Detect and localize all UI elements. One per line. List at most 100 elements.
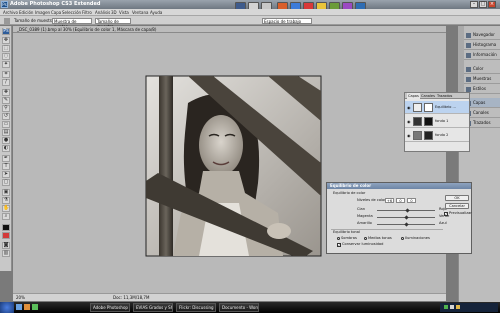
level-yellow-blue-input[interactable]: 0 (407, 198, 416, 203)
quick-mask-icon[interactable]: ◙ (2, 242, 10, 249)
dock-item-color[interactable]: Color (464, 64, 500, 74)
notes-tool-icon[interactable]: ▣ (2, 189, 10, 196)
taskbar-button[interactable]: Adobe Photoshop CS... (90, 303, 130, 312)
eye-icon[interactable]: ◉ (407, 133, 411, 138)
ok-button[interactable]: OK (445, 195, 469, 201)
tray-network-icon[interactable] (444, 305, 448, 309)
start-button[interactable] (0, 302, 14, 313)
slider-thumb[interactable] (405, 208, 410, 213)
tab-capas[interactable]: Capas (407, 93, 420, 99)
doc-info[interactable]: Doc: 11,3M/18,7M (113, 295, 149, 300)
color-balance-dialog: Equilibrio de color Equilibrio de color … (326, 182, 472, 254)
mask-thumbnail[interactable] (424, 103, 433, 112)
dock-item-histograma[interactable]: Histograma (464, 40, 500, 50)
radio-iluminaciones[interactable] (401, 237, 404, 240)
mask-thumbnail[interactable] (424, 131, 433, 140)
radio-medios-tonos[interactable] (364, 237, 367, 240)
brush-tool-icon[interactable]: ✎ (2, 97, 10, 104)
menu-capa[interactable]: Capa (51, 10, 61, 15)
document-tab[interactable]: _DSC_0389 (1).bmp al 30% (Equilibrio de … (13, 26, 446, 33)
level-magenta-green-input[interactable]: 0 (396, 198, 405, 203)
workspace-select[interactable]: Espacio de trabajo (262, 18, 312, 24)
tab-canales[interactable]: Canales (421, 93, 435, 99)
toolbox: Ps ✥ ⬚ ◌ ✦ ⌗ / ✚ ✎ ⚲ ↺ ▭ ▤ ● ◐ ✒ T ➤ ▢ ▣… (0, 26, 12, 271)
menu-filtro[interactable]: Filtro (82, 10, 92, 15)
menu-archivo[interactable]: Archivo (3, 10, 18, 15)
document-title: _DSC_0389 (1).bmp al 30% (Equilibrio de … (17, 27, 157, 32)
quick-launch-icon[interactable] (32, 304, 38, 310)
tray-app-icon[interactable] (456, 305, 460, 309)
slider-thumb[interactable] (403, 215, 409, 220)
layer-name: fondo 2 (435, 133, 449, 137)
histogram-icon (466, 42, 471, 48)
path-selection-icon[interactable]: ➤ (2, 171, 10, 178)
quick-launch-icon[interactable] (24, 304, 30, 310)
layers-panel: Capas Canales Trazados ◉ Equilibrio ... … (404, 92, 470, 152)
blur-tool-icon[interactable]: ● (2, 137, 10, 144)
menu-ventana[interactable]: Ventana (132, 10, 148, 15)
radio-sombras[interactable] (337, 237, 340, 240)
mask-thumbnail[interactable] (424, 117, 433, 126)
eye-icon[interactable]: ◉ (407, 119, 411, 124)
menu-edicion[interactable]: Edición (19, 10, 33, 15)
menu-vista[interactable]: Vista (119, 10, 129, 15)
pen-tool-icon[interactable]: ✒ (2, 155, 10, 162)
menu-analisis[interactable]: Análisis (95, 10, 110, 15)
dock-item-muestras[interactable]: Muestras (464, 74, 500, 84)
menu-seleccion[interactable]: Selección (62, 10, 81, 15)
dock-item-navegador[interactable]: Navegador (464, 30, 500, 40)
marquee-tool-icon[interactable]: ⬚ (2, 45, 10, 52)
screen-mode-icon[interactable]: ▥ (2, 250, 10, 257)
layer-row[interactable]: ◉ fondo 2 (405, 129, 469, 142)
taskbar-button[interactable]: Documento - WordPad (219, 303, 259, 312)
clone-stamp-icon[interactable]: ⚲ (2, 105, 10, 112)
sample-layer-select[interactable]: Tamaño de muestra (95, 18, 131, 29)
tone-option-label: Medios tonos (368, 236, 392, 240)
cancel-button[interactable]: Cancelar (445, 203, 469, 209)
quick-launch-icon[interactable] (16, 304, 22, 310)
healing-brush-icon[interactable]: ✚ (2, 89, 10, 96)
maximize-button[interactable]: □ (479, 1, 487, 8)
layer-row[interactable]: ◉ Equilibrio ... (405, 101, 469, 114)
menu-imagen[interactable]: Imagen (35, 10, 50, 15)
taskbar-button[interactable]: EVIAS Grados y Sh... (133, 303, 173, 312)
layer-row[interactable]: ◉ fondo 1 (405, 115, 469, 128)
canvas-area[interactable] (13, 33, 446, 293)
eraser-tool-icon[interactable]: ▭ (2, 121, 10, 128)
sample-size-select[interactable]: Muestra de puntos (52, 18, 92, 29)
slider-thumb[interactable] (403, 222, 409, 227)
dodge-tool-icon[interactable]: ◐ (2, 145, 10, 152)
tab-trazados[interactable]: Trazados (437, 93, 452, 99)
taskbar-button[interactable]: Flickr: Discussing Pho... (176, 303, 216, 312)
type-tool-icon[interactable]: T (2, 163, 10, 170)
navigator-icon (466, 32, 471, 38)
tray-volume-icon[interactable] (450, 305, 454, 309)
preserve-luminosity-checkbox[interactable]: ✓ (337, 243, 341, 247)
menu-3d[interactable]: 3D (111, 10, 117, 15)
lasso-tool-icon[interactable]: ◌ (2, 53, 10, 60)
dialog-title[interactable]: Equilibrio de color (327, 183, 471, 189)
eye-icon[interactable]: ◉ (407, 105, 411, 110)
zoom-level[interactable]: 20% (16, 295, 25, 300)
hand-icon[interactable]: ✋ (2, 205, 10, 212)
eyedropper-tool-icon[interactable] (4, 17, 10, 24)
preview-checkbox[interactable]: ✓ (444, 212, 448, 216)
dock-label: Histograma (473, 42, 497, 47)
eyedropper-icon[interactable]: ⚗ (2, 197, 10, 204)
dock-item-informacion[interactable]: Información (464, 50, 500, 60)
minimize-button[interactable]: – (470, 1, 478, 8)
slice-tool-icon[interactable]: / (2, 79, 10, 86)
gradient-tool-icon[interactable]: ▤ (2, 129, 10, 136)
foreground-color-swatch[interactable] (2, 224, 10, 231)
photo-canvas[interactable] (13, 33, 446, 293)
magic-wand-tool-icon[interactable]: ✦ (2, 61, 10, 68)
history-brush-icon[interactable]: ↺ (2, 113, 10, 120)
close-button[interactable]: × (488, 1, 496, 8)
crop-tool-icon[interactable]: ⌗ (2, 71, 10, 78)
shape-tool-icon[interactable]: ▢ (2, 179, 10, 186)
menu-ayuda[interactable]: Ayuda (150, 10, 162, 15)
level-cyan-red-input[interactable]: +6 (385, 198, 394, 203)
move-tool-icon[interactable]: ✥ (2, 37, 10, 44)
background-color-swatch[interactable] (2, 232, 10, 239)
zoom-icon[interactable]: ⌕ (2, 213, 10, 220)
